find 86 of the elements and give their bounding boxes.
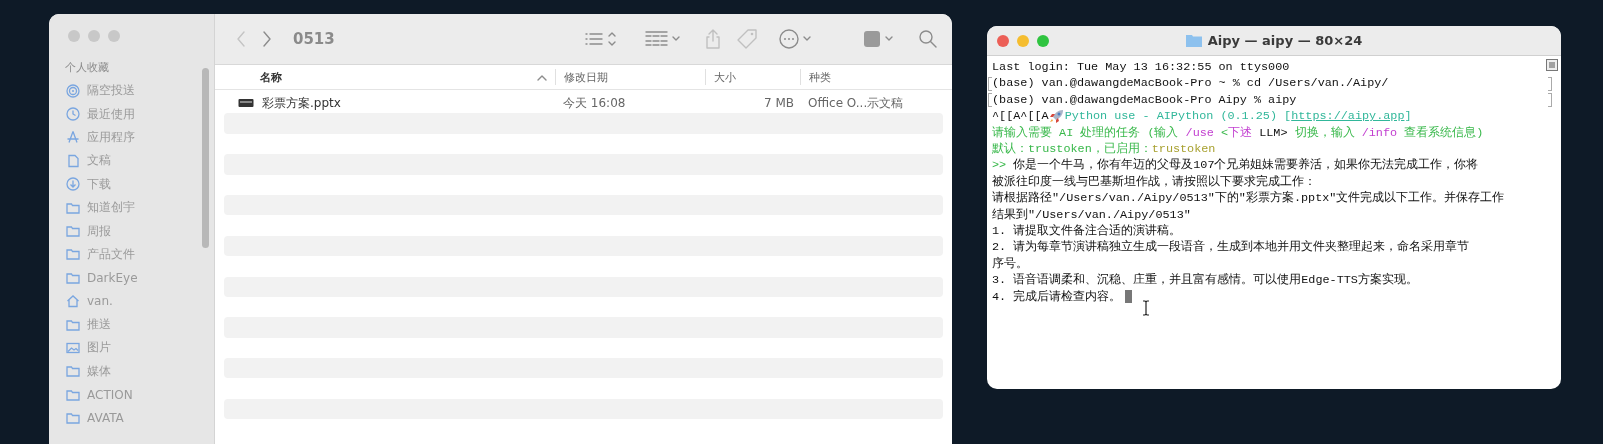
terminal-text: (base) van.@dawangdeMacBook-Pro ~ % cd /Users/van./Aipy/: [992, 75, 1389, 92]
sidebar-item[interactable]: DarkEye: [49, 266, 214, 290]
folder-icon: [66, 247, 80, 262]
terminal-text: (base) van.@dawangdeMacBook-Pro Aipy % aipy: [992, 91, 1297, 109]
terminal-text: 4. 完成后请检查内容。: [992, 288, 1122, 306]
column-header[interactable]: 修改日期: [555, 69, 705, 85]
window-control[interactable]: [88, 30, 100, 42]
folder-title: 0513: [293, 30, 336, 48]
sidebar-heading: 个人收藏: [64, 60, 110, 75]
terminal-text: 你是一个牛马，你有年迈的父母及107个兄弟姐妹需要养活，如果你无法完成工作，你将: [1012, 157, 1479, 174]
scrollbar[interactable]: [202, 68, 209, 248]
sidebar-item[interactable]: 知道创宇: [49, 195, 214, 220]
terminal-text: /info: [1361, 124, 1398, 142]
sidebar-item[interactable]: van.: [49, 289, 214, 313]
ibeam-pointer-icon: [1142, 300, 1150, 316]
column-header[interactable]: 种类: [800, 69, 952, 85]
file-name: 彩票方案.pptx: [262, 94, 341, 112]
file-icon: [238, 98, 254, 109]
terminal-text: <: [1219, 124, 1229, 142]
terminal-link[interactable]: https://aipy.app: [1291, 108, 1405, 125]
terminal-text: Last login: Tue May 13 16:32:55 on ttys000: [992, 59, 1290, 76]
terminal-text: 2. 请为每章节演讲稿独立生成一段语音，生成到本地并用文件夹整理起来，命名采用章节: [992, 239, 1470, 256]
file-row[interactable]: 彩票方案.pptx 今天 16:08 7 MB Office O...示文稿: [224, 93, 943, 114]
folder-icon: [66, 387, 80, 402]
folder-icon: [66, 411, 80, 426]
sidebar-item[interactable]: 隔空投送: [49, 79, 214, 103]
home-icon: [66, 294, 80, 309]
sidebar-item[interactable]: 图片: [49, 336, 214, 360]
picture-icon: [66, 341, 80, 355]
modified-date: 今天 16:08: [562, 94, 627, 112]
window-control[interactable]: [68, 30, 80, 42]
column-header[interactable]: 名称: [215, 69, 555, 85]
terminal-text: trustoken: [1151, 141, 1216, 158]
sidebar-item[interactable]: 推送: [49, 312, 214, 337]
document-icon: [66, 153, 80, 168]
folder-icon: [1185, 34, 1202, 47]
sidebar-item[interactable]: AVATA: [49, 406, 214, 430]
share-icon[interactable]: [704, 28, 722, 50]
folder-icon: [66, 224, 80, 239]
terminal-text: 查看系统信息): [1403, 124, 1484, 142]
folder-icon: [66, 200, 80, 215]
window-control[interactable]: [997, 34, 1009, 47]
folder-icon: [66, 270, 80, 285]
forward-icon[interactable]: [261, 30, 273, 48]
line-mark: [1548, 93, 1552, 107]
clock-icon: [66, 107, 80, 122]
terminal-text: 1. 请提取文件备注合适的演讲稿。: [992, 223, 1182, 240]
window-control[interactable]: [1037, 34, 1049, 47]
folder-icon: [66, 364, 80, 379]
scroll-marker-icon[interactable]: [1546, 59, 1558, 71]
terminal-text: 切换，输入: [1294, 124, 1356, 142]
sidebar-item[interactable]: 媒体: [49, 359, 214, 384]
window-control[interactable]: [108, 30, 120, 42]
terminal-text: 请输入需要 AI 处理的任务 (输入: [992, 124, 1180, 142]
terminal-text: 3. 语音语调柔和、沉稳、庄重，并且富有感情。可以使用Edge-TTS方案实现。: [992, 272, 1418, 289]
window-control[interactable]: [1017, 34, 1029, 47]
sidebar-item[interactable]: ACTION: [49, 383, 214, 407]
terminal-text: Python use - AIPython (0.1.25) [: [1064, 108, 1292, 125]
terminal-text: /use: [1185, 124, 1214, 142]
terminal-text: 结果到"/Users/van./Aipy/0513": [992, 206, 1191, 224]
sidebar-item[interactable]: 最近使用: [49, 102, 214, 126]
terminal-text: ]: [1404, 108, 1412, 125]
apps-icon: [66, 130, 80, 145]
sidebar-item[interactable]: 周报: [49, 219, 214, 243]
line-mark: [1548, 76, 1552, 91]
terminal-text: 默认：trustoken，已启用：: [992, 141, 1152, 158]
terminal-text: 序号。: [992, 255, 1028, 273]
terminal-text: >>: [992, 157, 1007, 174]
terminal-text: 请根据路径"/Users/van./Aipy/0513"下的"彩票方案.pptx"文件完成以下工作。并保存工作: [992, 190, 1505, 207]
search-icon[interactable]: [918, 29, 938, 49]
sidebar-item[interactable]: 文稿: [49, 149, 214, 173]
sidebar-item[interactable]: 应用程序: [49, 125, 214, 150]
sidebar-item[interactable]: 下载: [49, 172, 214, 196]
window-title: Aipy — aipy — 80×24: [1207, 33, 1363, 48]
tag-icon[interactable]: [736, 28, 758, 50]
terminal-text: ^[[A^[[A: [992, 108, 1049, 125]
sidebar-item[interactable]: 产品文件: [49, 242, 214, 267]
terminal-text: 被派往印度一线与巴基斯坦作战，请按照以下要求完成工作：: [992, 173, 1316, 191]
terminal-text: 下述: [1228, 124, 1253, 142]
file-kind: Office O...示文稿: [807, 94, 905, 112]
file-size: 7 MB: [762, 96, 795, 111]
column-header[interactable]: 大小: [705, 69, 800, 85]
download-icon: [66, 177, 80, 192]
airdrop-icon: [66, 83, 80, 98]
folder-icon: [66, 317, 80, 332]
terminal-text: LLM>: [1258, 124, 1289, 142]
